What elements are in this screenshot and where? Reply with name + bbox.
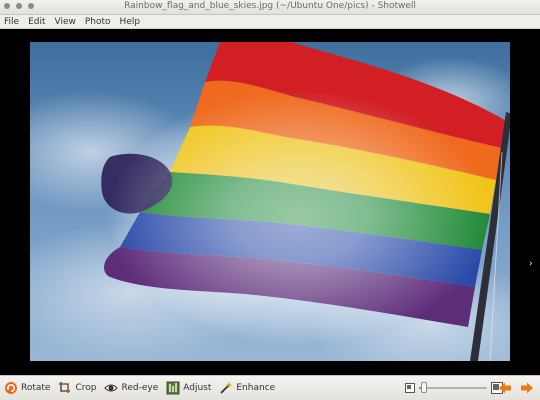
edit-toolbar: Rotate Crop Red-eye Adjust Enhance [0, 375, 540, 400]
enhance-button[interactable]: Enhance [219, 381, 275, 395]
previous-arrow-icon[interactable] [498, 381, 512, 395]
rotate-icon [5, 382, 17, 394]
zoom-out-icon[interactable] [405, 383, 415, 393]
menu-help[interactable]: Help [120, 17, 141, 27]
photo-image [30, 42, 510, 361]
zoom-slider-knob[interactable] [421, 382, 427, 393]
zoom-slider[interactable] [419, 382, 487, 394]
window-title: Rainbow_flag_and_blue_skies.jpg (~/Ubunt… [124, 1, 416, 11]
crop-button[interactable]: Crop [58, 381, 96, 395]
photo-viewer[interactable]: › [0, 30, 540, 375]
enhance-label: Enhance [236, 383, 276, 393]
title-bar: Rainbow_flag_and_blue_skies.jpg (~/Ubunt… [0, 0, 540, 15]
zoom-control [405, 382, 503, 394]
zoom-slider-track [419, 387, 487, 389]
next-arrow-icon[interactable] [520, 381, 534, 395]
side-panel-arrow-icon[interactable]: › [529, 259, 533, 269]
rainbow-flag-photo [30, 42, 510, 361]
enhance-icon [220, 382, 233, 394]
red-eye-icon [104, 384, 119, 392]
red-eye-button[interactable]: Red-eye [104, 381, 158, 395]
menu-file[interactable]: File [4, 17, 19, 27]
menu-photo[interactable]: Photo [85, 17, 111, 27]
menu-view[interactable]: View [55, 17, 76, 27]
crop-label: Crop [75, 383, 97, 393]
adjust-icon [166, 381, 180, 395]
rotate-button[interactable]: Rotate [4, 381, 50, 395]
menu-edit[interactable]: Edit [28, 17, 45, 27]
crop-icon [59, 382, 71, 393]
rotate-label: Rotate [21, 383, 51, 393]
menu-bar: File Edit View Photo Help [0, 15, 540, 29]
adjust-button[interactable]: Adjust [166, 381, 211, 395]
adjust-label: Adjust [183, 383, 212, 393]
red-eye-label: Red-eye [121, 383, 159, 393]
